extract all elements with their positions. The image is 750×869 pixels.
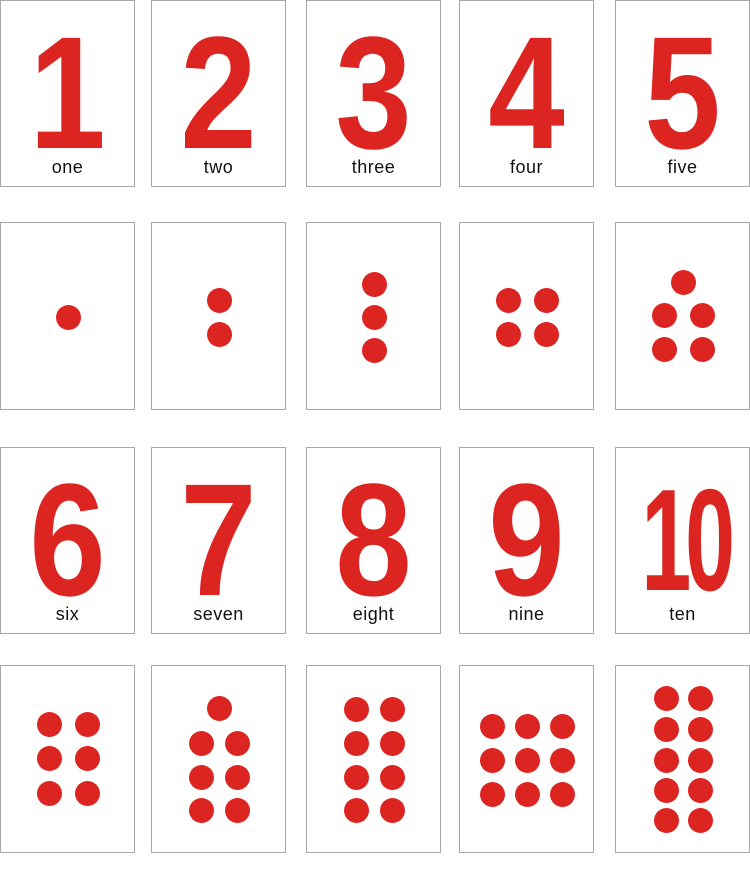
counting-dot xyxy=(689,302,715,328)
counting-dot xyxy=(206,287,232,313)
counting-dot xyxy=(379,730,405,756)
counting-dot xyxy=(74,711,100,737)
counting-dot xyxy=(224,797,250,823)
dot-card-4 xyxy=(459,222,594,410)
counting-dot xyxy=(687,777,713,803)
counting-dot xyxy=(206,695,232,721)
counting-dot xyxy=(74,780,100,806)
counting-dot xyxy=(549,781,575,807)
counting-dot xyxy=(479,747,505,773)
dot-card-5 xyxy=(615,222,750,410)
counting-dot xyxy=(653,807,679,833)
dot-card-10 xyxy=(615,665,750,853)
card-number-word: five xyxy=(667,157,698,177)
counting-dot xyxy=(36,745,62,771)
card-numeral: 7 xyxy=(180,450,257,629)
counting-dot xyxy=(514,781,540,807)
counting-dot xyxy=(653,777,679,803)
counting-dot xyxy=(361,337,387,363)
numeral-card-five: 5 five xyxy=(615,0,750,187)
counting-dot xyxy=(514,713,540,739)
counting-dot xyxy=(361,271,387,297)
card-numeral: 3 xyxy=(335,3,412,182)
card-numeral: 8 xyxy=(335,450,412,629)
counting-dot xyxy=(343,730,369,756)
card-numeral: 4 xyxy=(488,3,565,182)
counting-dot xyxy=(653,685,679,711)
counting-dot xyxy=(361,304,387,330)
counting-dot xyxy=(687,807,713,833)
counting-dot xyxy=(188,797,214,823)
counting-dot xyxy=(651,336,677,362)
counting-dot xyxy=(533,321,559,347)
dot-card-9 xyxy=(459,665,594,853)
counting-dot xyxy=(343,764,369,790)
numeral-card-eight: 8 eight xyxy=(306,447,441,634)
dot-card-7 xyxy=(151,665,286,853)
card-numeral: 6 xyxy=(29,450,106,629)
numeral-card-one: 1 one xyxy=(0,0,135,187)
counting-dot xyxy=(687,685,713,711)
card-number-word: seven xyxy=(193,604,244,624)
counting-dot xyxy=(224,764,250,790)
card-number-word: two xyxy=(203,157,234,177)
counting-dot xyxy=(188,730,214,756)
card-number-word: one xyxy=(51,157,84,177)
dot-card-6 xyxy=(0,665,135,853)
card-number-word: four xyxy=(509,157,544,177)
counting-dot xyxy=(379,797,405,823)
counting-dot xyxy=(55,304,81,330)
numeral-card-six: 6 six xyxy=(0,447,135,634)
card-numeral: 9 xyxy=(488,450,565,629)
numeral-card-ten: 10 ten xyxy=(615,447,750,634)
counting-dot xyxy=(533,287,559,313)
counting-dot xyxy=(549,747,575,773)
counting-dot xyxy=(379,696,405,722)
counting-dot xyxy=(549,713,575,739)
counting-dot xyxy=(495,321,521,347)
card-numeral: 5 xyxy=(644,3,721,182)
counting-dot xyxy=(479,713,505,739)
numeral-card-three: 3 three xyxy=(306,0,441,187)
counting-dot xyxy=(651,302,677,328)
numeral-card-nine: 9 nine xyxy=(459,447,594,634)
counting-dot xyxy=(687,716,713,742)
dot-card-3 xyxy=(306,222,441,410)
counting-dot xyxy=(343,797,369,823)
counting-dot xyxy=(495,287,521,313)
counting-dot xyxy=(689,336,715,362)
counting-dot xyxy=(74,745,100,771)
card-numeral: 10 xyxy=(641,459,735,621)
counting-dot xyxy=(188,764,214,790)
counting-dot xyxy=(479,781,505,807)
card-number-word: nine xyxy=(508,604,545,624)
counting-dot xyxy=(206,321,232,347)
dot-card-2 xyxy=(151,222,286,410)
card-number-word: ten xyxy=(669,604,696,624)
numeral-card-four: 4 four xyxy=(459,0,594,187)
counting-dot xyxy=(653,747,679,773)
counting-dot xyxy=(36,711,62,737)
numeral-card-seven: 7 seven xyxy=(151,447,286,634)
counting-dot xyxy=(653,716,679,742)
dot-card-1 xyxy=(0,222,135,410)
counting-dot xyxy=(36,780,62,806)
counting-dot xyxy=(687,747,713,773)
card-numeral: 2 xyxy=(180,3,257,182)
counting-dot xyxy=(514,747,540,773)
counting-dot xyxy=(224,730,250,756)
card-number-word: eight xyxy=(352,604,395,624)
counting-dot xyxy=(379,764,405,790)
card-number-word: three xyxy=(351,157,396,177)
counting-dot xyxy=(343,696,369,722)
numeral-card-two: 2 two xyxy=(151,0,286,187)
counting-dot xyxy=(670,269,696,295)
card-numeral: 1 xyxy=(29,3,106,182)
card-number-word: six xyxy=(55,604,80,624)
dot-card-8 xyxy=(306,665,441,853)
